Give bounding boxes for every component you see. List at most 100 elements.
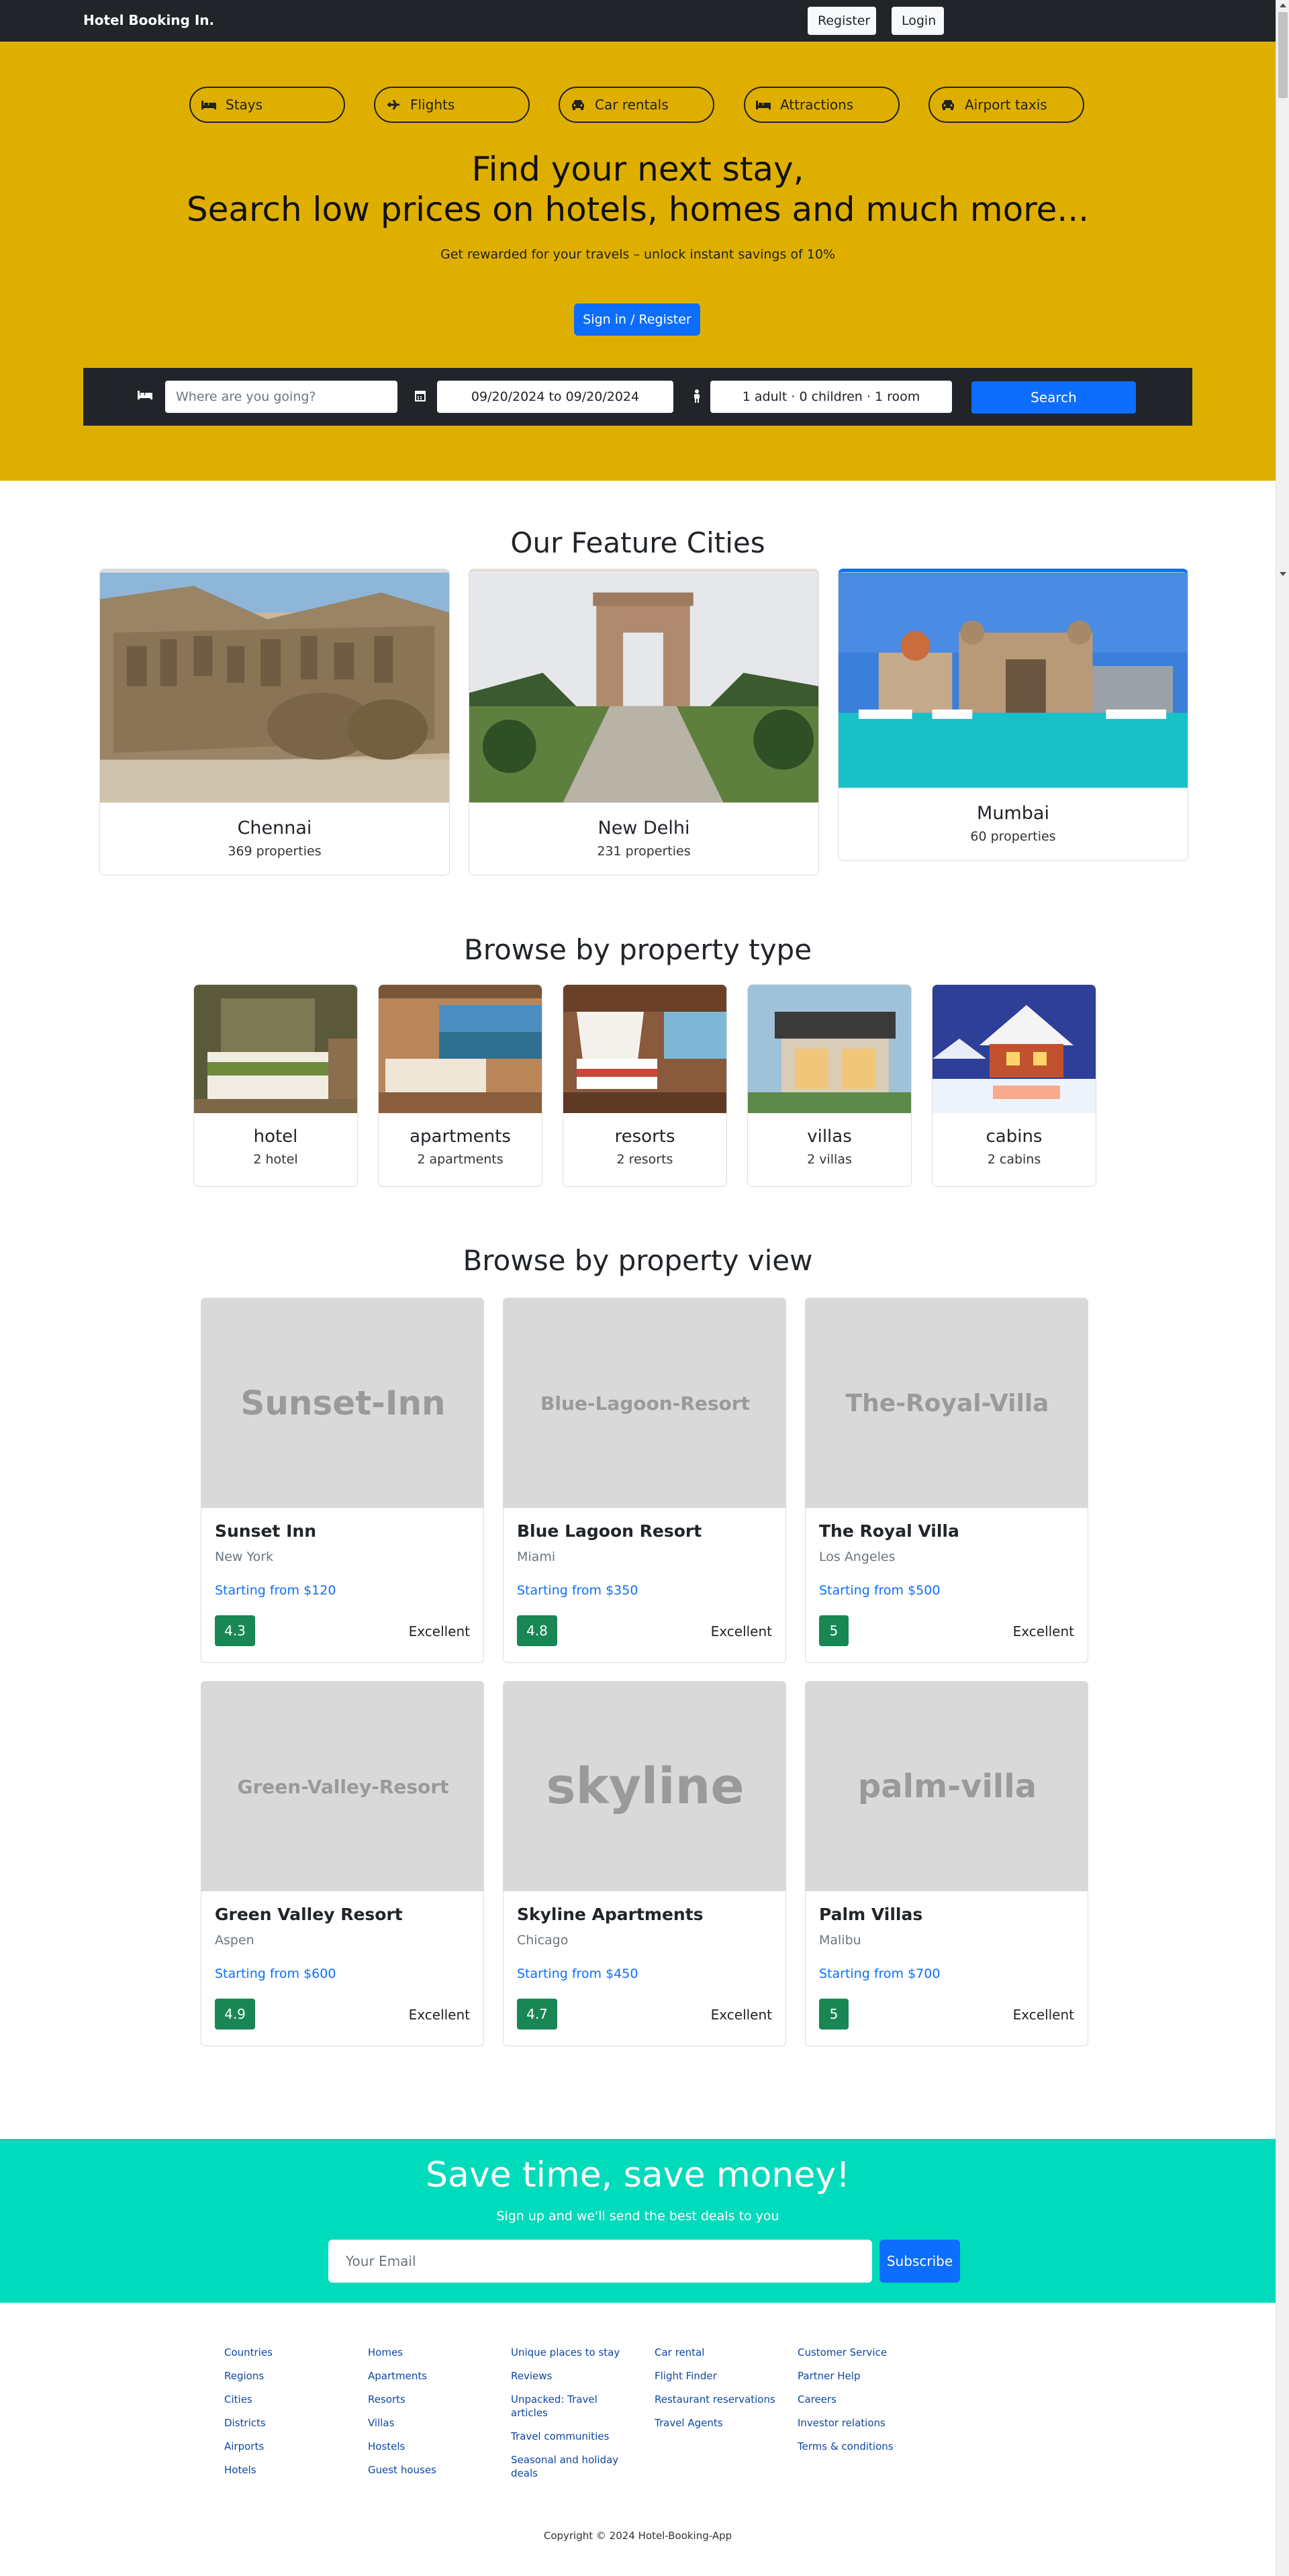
property-type-count: 2 apartments (417, 1152, 504, 1167)
footer-link[interactable]: Homes (368, 2346, 502, 2359)
rating-badge: 5 (819, 1999, 849, 2030)
property-card-sunset-inn[interactable]: Sunset-Inn Sunset Inn New York Starting … (201, 1298, 484, 1663)
property-city: New York (215, 1549, 274, 1564)
scrollbar[interactable] (1276, 0, 1289, 2576)
plane-icon (385, 99, 402, 111)
tab-flights[interactable]: Flights (374, 87, 530, 123)
property-type-count: 2 cabins (987, 1152, 1041, 1167)
newsletter-title: Save time, save money! (426, 2155, 850, 2195)
property-card-palm-villas[interactable]: palm-villa Palm Villas Malibu Starting f… (805, 1681, 1088, 2046)
register-button[interactable]: Register (808, 7, 876, 35)
tab-airport-taxis[interactable]: Airport taxis (928, 87, 1084, 123)
city-properties: 231 properties (597, 844, 691, 859)
login-button[interactable]: Login (892, 7, 944, 35)
rating-label: Excellent (408, 2007, 470, 2023)
footer-link[interactable]: Travel communities (511, 2430, 632, 2443)
footer-link[interactable]: Villas (368, 2416, 502, 2430)
footer-link[interactable]: Seasonal and holiday deals (511, 2453, 632, 2480)
resorts-image (563, 985, 726, 1113)
footer-link[interactable]: Airports (224, 2440, 359, 2453)
property-image-placeholder: palm-villa (806, 1682, 1088, 1891)
property-type-name: resorts (614, 1127, 675, 1147)
property-type-hotel[interactable]: hotel 2 hotel (193, 984, 358, 1187)
footer-column-services: Car rental Flight Finder Restaurant rese… (655, 2346, 789, 2440)
property-card-green-valley-resort[interactable]: Green-Valley-Resort Green Valley Resort … (201, 1681, 484, 2046)
rating-badge: 4.9 (215, 1999, 255, 2030)
footer-link[interactable]: Hostels (368, 2440, 502, 2453)
tab-attractions[interactable]: Attractions (744, 87, 900, 123)
property-price: Starting from $450 (517, 1966, 638, 1981)
city-card-chennai[interactable]: Chennai 369 properties (99, 569, 450, 875)
footer-column-company: Customer Service Partner Help Careers In… (798, 2346, 932, 2463)
property-card-the-royal-villa[interactable]: The-Royal-Villa The Royal Villa Los Ange… (805, 1298, 1088, 1663)
date-range-input[interactable]: 09/20/2024 to 09/20/2024 (437, 381, 673, 413)
footer-link[interactable]: Unique places to stay (511, 2346, 632, 2359)
footer-link[interactable]: Resorts (368, 2393, 502, 2406)
city-card-mumbai[interactable]: Mumbai 60 properties (838, 569, 1188, 861)
footer-link[interactable]: Cities (224, 2393, 359, 2406)
bed-icon (200, 99, 218, 111)
property-type-count: 2 hotel (253, 1152, 298, 1167)
property-image-placeholder: Green-Valley-Resort (201, 1682, 483, 1891)
newsletter-subtitle: Sign up and we'll send the best deals to… (496, 2209, 779, 2224)
property-name: Skyline Apartments (517, 1905, 704, 1924)
property-type-cabins[interactable]: cabins 2 cabins (932, 984, 1096, 1187)
rating-label: Excellent (710, 1623, 772, 1639)
property-card-skyline-apartments[interactable]: skyline Skyline Apartments Chicago Start… (503, 1681, 786, 2046)
hero-title: Find your next stay, (471, 150, 804, 189)
email-input[interactable]: Your Email (328, 2240, 872, 2283)
tab-stays[interactable]: Stays (189, 87, 345, 123)
property-card-blue-lagoon-resort[interactable]: Blue-Lagoon-Resort Blue Lagoon Resort Mi… (503, 1298, 786, 1663)
search-button[interactable]: Search (971, 381, 1136, 414)
hero-subtitle: Get rewarded for your travels – unlock i… (440, 247, 836, 262)
footer-link[interactable]: Restaurant reservations (655, 2393, 789, 2406)
footer-link[interactable]: Hotels (224, 2463, 359, 2477)
tab-car-rentals[interactable]: Car rentals (559, 87, 714, 123)
signin-register-button[interactable]: Sign in / Register (574, 303, 700, 336)
footer-link[interactable]: Guest houses (368, 2463, 502, 2477)
scroll-thumb[interactable] (1278, 12, 1288, 98)
apartments-image (379, 985, 542, 1113)
footer-link[interactable]: Investor relations (798, 2416, 932, 2430)
car-icon (569, 99, 587, 111)
footer-link[interactable]: Terms & conditions (798, 2440, 932, 2453)
footer-link[interactable]: Districts (224, 2416, 359, 2430)
footer-link[interactable]: Travel Agents (655, 2416, 789, 2430)
property-city: Aspen (215, 1933, 254, 1948)
property-type-count: 2 resorts (616, 1152, 673, 1167)
brand-logo[interactable]: Hotel Booking In. (83, 12, 214, 28)
footer-link[interactable]: Apartments (368, 2369, 502, 2383)
footer-column-places: Countries Regions Cities Districts Airpo… (224, 2346, 359, 2487)
footer-link[interactable]: Customer Service (798, 2346, 932, 2359)
rating-label: Excellent (408, 1623, 470, 1639)
property-type-resorts[interactable]: resorts 2 resorts (563, 984, 727, 1187)
scroll-down-arrow-icon[interactable] (1280, 572, 1286, 576)
destination-input[interactable]: Where are you going? (165, 381, 397, 413)
footer-link[interactable]: Flight Finder (655, 2369, 789, 2383)
footer-link[interactable]: Car rental (655, 2346, 789, 2359)
chennai-image (100, 572, 449, 803)
property-price: Starting from $350 (517, 1583, 638, 1598)
footer-link[interactable]: Countries (224, 2346, 359, 2359)
footer-link[interactable]: Careers (798, 2393, 932, 2406)
property-type-name: apartments (410, 1127, 511, 1147)
property-type-count: 2 villas (807, 1152, 852, 1167)
footer-link[interactable]: Reviews (511, 2369, 632, 2383)
subscribe-button[interactable]: Subscribe (879, 2240, 960, 2283)
person-icon (689, 389, 705, 404)
property-city: Malibu (819, 1933, 861, 1948)
property-type-villas[interactable]: villas 2 villas (747, 984, 912, 1187)
property-type-apartments[interactable]: apartments 2 apartments (378, 984, 542, 1187)
footer-link[interactable]: Partner Help (798, 2369, 932, 2383)
city-card-new-delhi[interactable]: New Delhi 231 properties (469, 569, 819, 875)
calendar-icon (412, 389, 428, 404)
property-type-name: hotel (253, 1127, 298, 1147)
footer-link[interactable]: Regions (224, 2369, 359, 2383)
property-price: Starting from $500 (819, 1583, 941, 1598)
property-city: Miami (517, 1549, 556, 1564)
footer-link[interactable]: Unpacked: Travel articles (511, 2393, 632, 2420)
rating-badge: 5 (819, 1615, 849, 1646)
guests-input[interactable]: 1 adult · 0 children · 1 room (710, 381, 952, 413)
scroll-up-arrow-icon[interactable] (1280, 3, 1286, 7)
hotel-image (194, 985, 357, 1113)
